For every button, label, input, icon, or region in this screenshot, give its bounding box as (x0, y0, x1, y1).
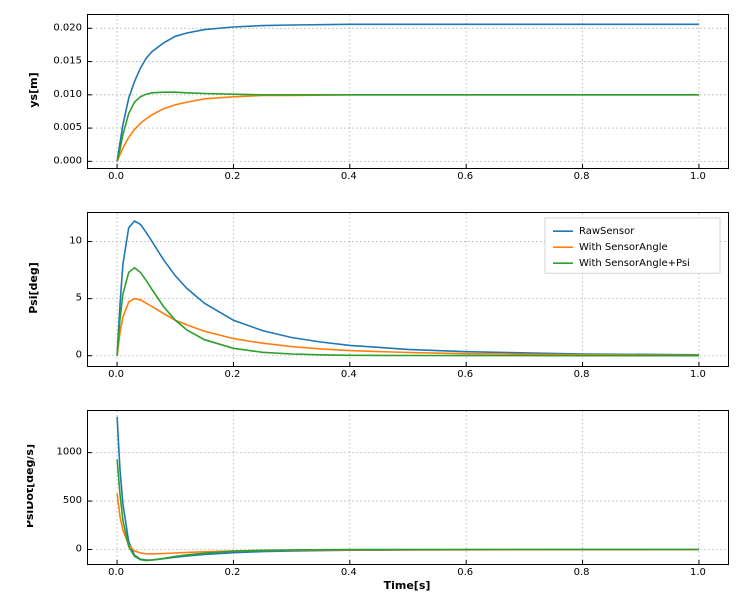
xtick-label: 0.2 (225, 171, 241, 182)
plot-psidot (87, 410, 729, 565)
ylabel-psidot: PsiDot[deg/s] (27, 444, 36, 528)
xtick-label: 0.8 (574, 369, 590, 380)
panel-psi: RawSensor With SensorAngle With SensorAngl… (87, 212, 727, 365)
series-rawsensor (117, 417, 699, 560)
ytick-label: 0.000 (53, 155, 82, 166)
xtick-label: 1.0 (690, 171, 706, 182)
legend-entry: With SensorAngle (579, 242, 668, 253)
xtick-label: 0.6 (457, 171, 473, 182)
series-group-ys (117, 24, 699, 161)
xtick-label: 0.0 (108, 369, 124, 380)
grid-psidot (88, 411, 728, 564)
ytick-label: 0.020 (53, 22, 82, 33)
xtick-label: 0.8 (574, 171, 590, 182)
plot-ys (87, 14, 729, 169)
panel-psidot: 05001000 PsiDot[deg/s] 0.00.20.40.60.81.… (87, 410, 727, 563)
xtick-label: 1.0 (690, 567, 706, 578)
xtick-label: 0.8 (574, 567, 590, 578)
series-with-sensorangle (117, 299, 699, 356)
ytick-label: 0.015 (53, 56, 82, 67)
ytick-label: 0.005 (53, 122, 82, 133)
xtick-label: 0.6 (457, 567, 473, 578)
xtick-label: 0.4 (341, 171, 357, 182)
xaxis-psi: 0.0 0.2 0.4 0.6 0.8 1.0 (87, 365, 727, 387)
xaxis-psidot: 0.0 0.2 0.4 0.6 0.8 1.0 Time[s] (87, 563, 727, 591)
yaxis-ys: 0.000 0.005 0.010 0.015 0.020 ys[m] (27, 14, 87, 167)
series-with-sensorangle (117, 493, 699, 554)
yaxis-psi: 0 5 10 Psi[deg] (27, 212, 87, 365)
legend: RawSensor With SensorAngle With SensorAngl… (545, 218, 720, 273)
xtick-label: 0.4 (341, 369, 357, 380)
series-group-psidot (117, 417, 699, 561)
ytick-label: 5 (76, 293, 82, 304)
ytick-label: 0 (76, 350, 82, 361)
series-with-sensorangle+psi (117, 92, 699, 161)
xtick-label: 0.0 (108, 171, 124, 182)
yaxis-psidot: 0 500 1000 PsiDot[deg/s] (27, 410, 87, 563)
xtick-label: 0.2 (225, 567, 241, 578)
xlabel-time: Time[s] (384, 579, 431, 591)
ytick-label: 1000 (57, 447, 82, 458)
plot-psi: RawSensor With SensorAngle With SensorAngl… (87, 212, 729, 367)
ytick-label: 0 (76, 543, 82, 554)
xtick-label: 0.2 (225, 369, 241, 380)
xtick-label: 0.4 (341, 567, 357, 578)
ylabel-ys: ys[m] (27, 72, 40, 107)
series-with-sensorangle+psi (117, 459, 699, 560)
xtick-label: 0.0 (108, 567, 124, 578)
panel-ys: 0.0000.0050.0100.0150.020 ys[m] 0.00.20.… (87, 14, 727, 167)
figure: 0.0000.0050.0100.0150.020 ys[m] 0.00.20.… (0, 0, 752, 599)
series-with-sensorangle+psi (117, 268, 699, 356)
ytick-label: 0.010 (53, 89, 82, 100)
legend-entry: With SensorAngle+Psi (579, 258, 690, 269)
ylabel-psi: Psi[deg] (27, 262, 40, 313)
xtick-label: 0.6 (457, 369, 473, 380)
xaxis-ys: 0.0 0.2 0.4 0.6 0.8 1.0 (87, 167, 727, 189)
legend-entry: RawSensor (579, 226, 635, 237)
ytick-label: 500 (63, 495, 82, 506)
ytick-label: 10 (69, 236, 82, 247)
grid-ys (88, 15, 728, 168)
xtick-label: 1.0 (690, 369, 706, 380)
